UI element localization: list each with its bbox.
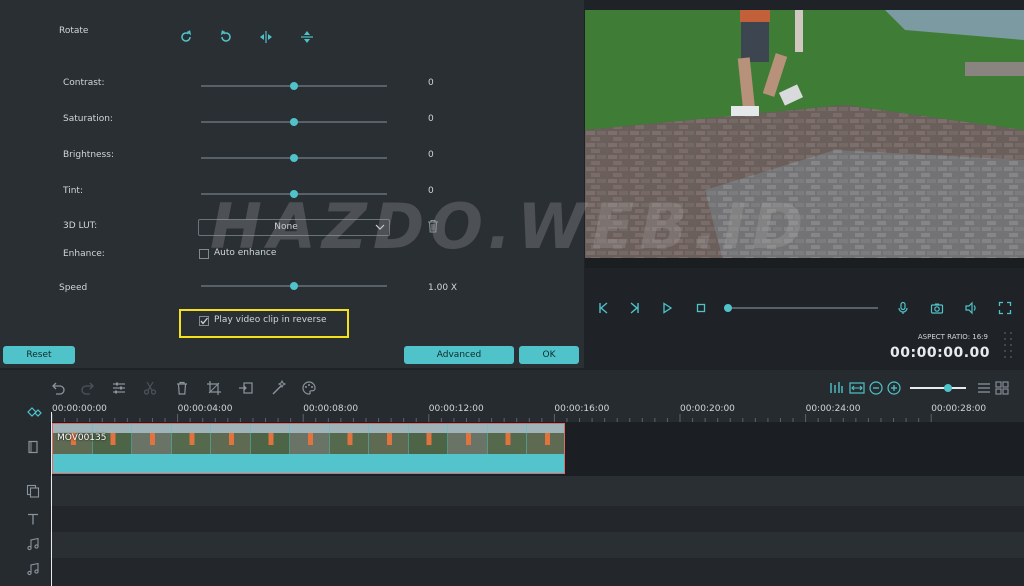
zoom-slider-handle[interactable] bbox=[944, 384, 952, 392]
microphone-icon[interactable] bbox=[896, 301, 910, 315]
music-note-icon bbox=[27, 562, 39, 576]
video-editor-window: Rotate Contrast: 0 Saturation: 0 Brightn… bbox=[0, 0, 1024, 586]
auto-enhance-label: Auto enhance bbox=[214, 248, 277, 258]
chevron-down-icon bbox=[375, 224, 385, 230]
music-track-1-header bbox=[0, 532, 50, 558]
advanced-button[interactable]: Advanced bbox=[404, 346, 514, 364]
adjust-icon[interactable] bbox=[111, 380, 127, 396]
speed-label: Speed bbox=[59, 283, 88, 293]
ruler-tick-label: 00:00:16:00 bbox=[554, 404, 610, 414]
freeze-frame-icon[interactable] bbox=[238, 380, 254, 396]
text-track bbox=[0, 506, 1024, 532]
zoom-in-icon[interactable] bbox=[886, 380, 902, 396]
clip-thumbnails bbox=[53, 424, 564, 454]
playback-progress-handle[interactable] bbox=[724, 304, 732, 312]
fit-timeline-icon[interactable] bbox=[849, 380, 865, 396]
lut-label: 3D LUT: bbox=[63, 221, 98, 231]
lut-selected-value: None bbox=[274, 222, 298, 232]
music-track-2 bbox=[0, 558, 1024, 586]
rotate-clockwise-icon[interactable] bbox=[177, 28, 195, 46]
flip-horizontal-icon[interactable] bbox=[257, 28, 275, 46]
saturation-slider[interactable] bbox=[201, 117, 387, 127]
drag-handle-icon[interactable] bbox=[1002, 330, 1016, 360]
music-track-1 bbox=[0, 532, 1024, 558]
flip-vertical-icon[interactable] bbox=[298, 28, 316, 46]
skip-to-start-icon[interactable] bbox=[596, 301, 610, 315]
crop-icon[interactable] bbox=[206, 380, 222, 396]
list-view-icon[interactable] bbox=[976, 380, 992, 396]
tint-slider[interactable] bbox=[201, 189, 387, 199]
step-forward-icon[interactable] bbox=[628, 301, 642, 315]
rotate-counterclockwise-icon[interactable] bbox=[217, 28, 235, 46]
ruler-tick-label: 00:00:00:00 bbox=[52, 404, 107, 414]
ruler-ticks bbox=[51, 414, 932, 422]
playhead[interactable] bbox=[51, 412, 52, 586]
auto-enhance-checkbox[interactable] bbox=[199, 249, 209, 259]
contrast-value: 0 bbox=[428, 78, 434, 88]
grid-view-icon[interactable] bbox=[994, 380, 1010, 396]
ruler-tick-label: 00:00:24:00 bbox=[805, 404, 861, 414]
ruler-tick-label: 00:00:20:00 bbox=[680, 404, 735, 414]
ruler-tick-label: 00:00:04:00 bbox=[177, 404, 233, 414]
redo-icon[interactable] bbox=[80, 380, 96, 396]
tint-label: Tint: bbox=[63, 186, 83, 196]
play-icon[interactable] bbox=[660, 301, 674, 315]
ruler-tick-label: 00:00:12:00 bbox=[428, 404, 484, 414]
clip-name: MOV00135 bbox=[57, 433, 107, 443]
fullscreen-icon[interactable] bbox=[998, 301, 1012, 315]
speed-value: 1.00 X bbox=[428, 283, 458, 293]
add-marker-icon[interactable] bbox=[26, 405, 44, 419]
color-palette-icon[interactable] bbox=[301, 380, 317, 396]
contrast-slider[interactable] bbox=[201, 81, 387, 91]
reverse-label: Play video clip in reverse bbox=[214, 315, 327, 325]
ruler-tick-label: 00:00:28:00 bbox=[931, 404, 987, 414]
ok-button[interactable]: OK bbox=[519, 346, 579, 364]
music-track-2-header bbox=[0, 558, 50, 586]
tint-value: 0 bbox=[428, 186, 434, 196]
audio-mixer-icon[interactable] bbox=[828, 380, 844, 396]
volume-icon[interactable] bbox=[964, 301, 978, 315]
video-settings-panel: Rotate Contrast: 0 Saturation: 0 Brightn… bbox=[0, 0, 584, 368]
check-icon bbox=[200, 317, 209, 325]
lut-select[interactable]: None bbox=[198, 219, 390, 236]
contrast-label: Contrast: bbox=[63, 78, 105, 88]
enhance-label: Enhance: bbox=[63, 249, 105, 259]
scissors-icon[interactable] bbox=[142, 380, 158, 396]
pip-track-header bbox=[0, 476, 50, 506]
video-clip[interactable]: MOV00135 bbox=[52, 423, 565, 474]
zoom-slider[interactable] bbox=[910, 387, 966, 389]
clip-audio-waveform bbox=[53, 454, 564, 473]
delete-icon[interactable] bbox=[174, 380, 190, 396]
text-track-header bbox=[0, 506, 50, 532]
saturation-label: Saturation: bbox=[63, 114, 113, 124]
rotate-label: Rotate bbox=[59, 26, 89, 36]
zoom-out-icon[interactable] bbox=[868, 380, 884, 396]
playback-progress-track[interactable] bbox=[724, 307, 878, 309]
preview-timecode: 00:00:00.00 bbox=[890, 345, 990, 361]
magic-wand-icon[interactable] bbox=[271, 380, 287, 396]
overlay-track-icon bbox=[26, 484, 40, 498]
camera-snapshot-icon[interactable] bbox=[930, 301, 944, 315]
pip-track bbox=[0, 476, 1024, 506]
music-note-icon bbox=[27, 537, 39, 551]
reverse-checkbox[interactable] bbox=[199, 316, 209, 326]
text-track-icon bbox=[28, 513, 38, 525]
video-preview bbox=[585, 10, 1024, 268]
video-track-header bbox=[0, 422, 50, 476]
saturation-value: 0 bbox=[428, 114, 434, 124]
trash-icon[interactable] bbox=[425, 218, 441, 234]
ruler-tick-label: 00:00:08:00 bbox=[303, 404, 359, 414]
reset-button[interactable]: Reset bbox=[3, 346, 75, 364]
aspect-ratio-label: ASPECT RATIO: 16:9 bbox=[917, 333, 988, 341]
video-track-icon bbox=[28, 440, 38, 454]
brightness-slider[interactable] bbox=[201, 153, 387, 163]
stop-icon[interactable] bbox=[694, 301, 708, 315]
speed-slider[interactable] bbox=[201, 281, 387, 291]
undo-icon[interactable] bbox=[50, 380, 66, 396]
brightness-value: 0 bbox=[428, 150, 434, 160]
brightness-label: Brightness: bbox=[63, 150, 114, 160]
